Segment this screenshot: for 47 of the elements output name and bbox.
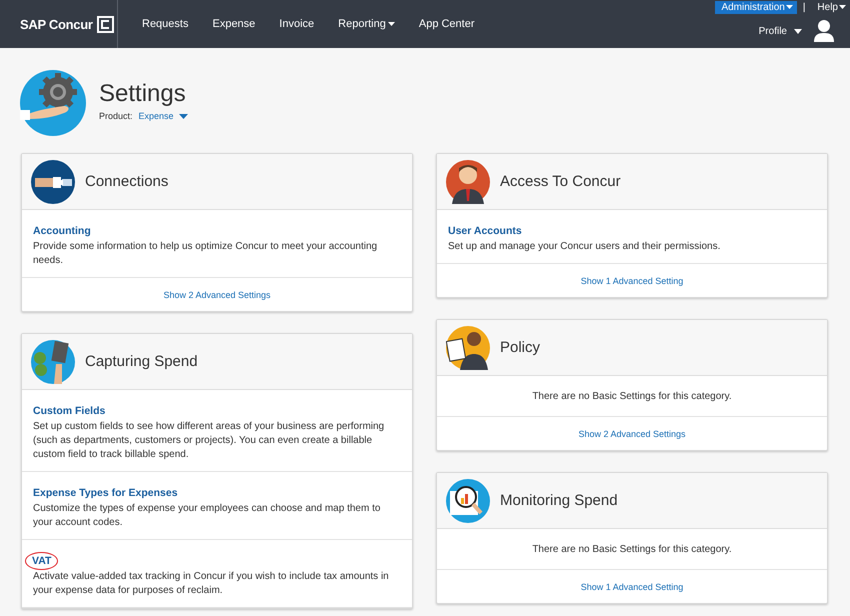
businessman-icon	[446, 160, 490, 204]
setting-link[interactable]: Custom Fields	[33, 405, 106, 417]
calculator-icon	[31, 340, 75, 384]
caret-icon	[794, 28, 802, 34]
logo-mark-icon	[96, 16, 114, 32]
card-title: Connections	[85, 173, 168, 190]
menu-link[interactable]: Administration	[715, 0, 797, 14]
card-title: Access To Concur	[500, 173, 621, 190]
empty-message: There are no Basic Settings for this category.	[531, 543, 733, 557]
setting-link[interactable]: User Accounts	[448, 225, 522, 237]
advanced-settings-link[interactable]: Show 1 Advanced Setting	[580, 582, 684, 592]
setting-link[interactable]: Accounting	[33, 225, 91, 237]
card-title: Capturing Spend	[85, 353, 198, 370]
setting-description: Provide some information to help us optimize Concur to meet your accounting needs.	[33, 240, 378, 268]
gear-hand-icon	[20, 70, 86, 136]
setting-link[interactable]: Expense Types for Expenses	[33, 487, 178, 499]
empty-message: There are no Basic Settings for this category.	[531, 390, 733, 404]
menu-link[interactable]: Help	[811, 0, 850, 14]
separator: |	[802, 2, 806, 12]
logo[interactable]: SAP Concur	[0, 0, 118, 48]
magnifier-chart-icon	[446, 478, 490, 522]
setting-link[interactable]: VAT	[26, 553, 58, 569]
nav-link[interactable]: Reporting	[326, 18, 407, 30]
plug-icon	[31, 160, 75, 204]
card-title: Policy	[500, 339, 540, 356]
setting-description: Set up custom fields to see how different areas of your business are performing (such as departments, customers or projects). You can even create a billable custom field to track billable spend.	[33, 420, 386, 462]
caret-icon	[839, 5, 846, 9]
setting-description: Customize the types of expense your employees can choose and map them to your account codes.	[33, 502, 382, 530]
advanced-settings-link[interactable]: Show 1 Advanced Setting	[580, 276, 684, 286]
nav-link[interactable]: Expense	[200, 18, 268, 30]
advanced-settings-link[interactable]: Show 2 Advanced Settings	[163, 290, 271, 300]
profile-menu[interactable]: Profile	[758, 26, 802, 36]
nav-link[interactable]: Requests	[130, 18, 200, 30]
caret-icon	[388, 22, 395, 26]
card-title: Monitoring Spend	[500, 492, 618, 509]
page-title: Settings	[99, 80, 187, 108]
advanced-settings-link[interactable]: Show 2 Advanced Settings	[578, 429, 686, 439]
nav-link[interactable]: Invoice	[267, 18, 326, 30]
product-dropdown[interactable]: Expense	[138, 111, 188, 121]
setting-description: Set up and manage your Concur users and their permissions.	[448, 240, 722, 254]
user-avatar-icon[interactable]	[814, 20, 834, 42]
caret-icon	[786, 5, 793, 9]
nav-link[interactable]: App Center	[406, 18, 487, 30]
setting-description: Activate value-added tax tracking in Concur if you wish to include tax amounts in your expense data for purposes of reclaim.	[33, 570, 390, 598]
clipboard-person-icon	[446, 326, 490, 370]
product-label: Product:	[99, 111, 133, 121]
caret-icon	[178, 114, 188, 118]
